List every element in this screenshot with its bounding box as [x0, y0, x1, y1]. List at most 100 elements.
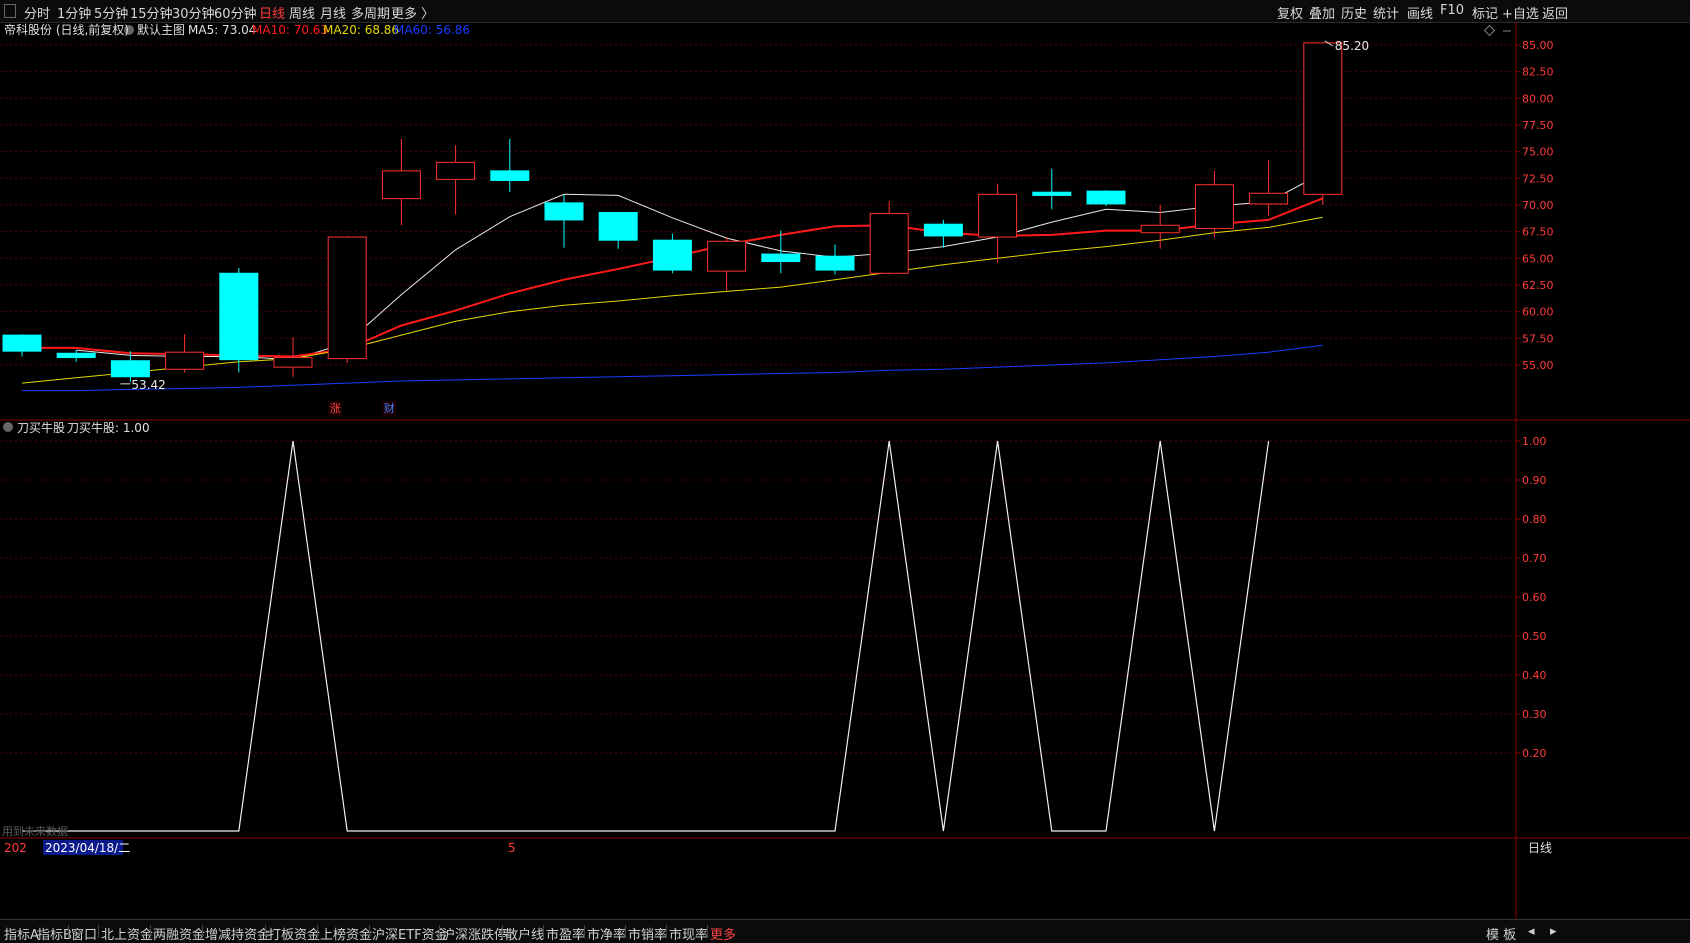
indicator-tab[interactable]: 更多	[710, 924, 736, 943]
period-label: 日线	[1528, 841, 1552, 855]
candle-up[interactable]	[707, 240, 747, 272]
ma10-value: MA10: 70.63	[252, 23, 328, 37]
toolbar-button[interactable]: 历史	[1341, 3, 1367, 22]
candle-down[interactable]	[490, 170, 530, 181]
toolbar-button[interactable]: 叠加	[1309, 3, 1335, 22]
indicator-tab[interactable]: 沪深涨跌停	[442, 924, 507, 943]
indicator-tab[interactable]: 增减持资金	[205, 924, 270, 943]
indicator-tab[interactable]: 北上资金	[101, 924, 153, 943]
tab-separator	[502, 925, 503, 938]
candle-down[interactable]	[1086, 190, 1126, 205]
chart-area: 85.00 82.50 80.00 77.50 75.00 72.50 70.00 67.50…	[0, 22, 1690, 919]
price-tick-label: 55.00	[1522, 359, 1554, 372]
period-tab[interactable]: 月线	[320, 3, 346, 22]
candle-down[interactable]	[923, 223, 963, 237]
price-tick-label: 72.50	[1522, 172, 1554, 185]
low-price-label: 53.42	[131, 378, 165, 392]
indicator-tick-label: 0.70	[1522, 552, 1547, 565]
toolbar-button[interactable]: 返回	[1542, 3, 1568, 22]
period-tab[interactable]: 15分钟	[130, 3, 173, 22]
candle-down[interactable]	[110, 360, 150, 378]
indicator-toolbar: 指标A 指标B 窗口 北上资金 两融资金 增减持资金 打板资金 上榜资金 沪深ETF资金 沪深涨跌…	[0, 919, 1690, 943]
price-tick-label: 85.00	[1522, 39, 1554, 52]
candle-up[interactable]	[327, 236, 367, 360]
date-cursor-label: 2023/04/18/二	[45, 841, 130, 855]
candle-up[interactable]	[1194, 184, 1234, 229]
indicator-tab[interactable]: 指标A	[4, 924, 39, 943]
candle-up[interactable]	[381, 170, 421, 200]
period-tab[interactable]: 周线	[289, 3, 315, 22]
ma5-line	[76, 172, 1324, 361]
tab-separator	[439, 925, 440, 938]
diamond-icon[interactable]	[1483, 24, 1496, 37]
period-tab[interactable]: 多周期	[351, 3, 390, 22]
indicator-tab[interactable]: 市销率	[628, 924, 667, 943]
price-tick-label: 57.50	[1522, 332, 1554, 345]
candle-up[interactable]	[1140, 224, 1180, 234]
period-tab[interactable]: 30分钟	[172, 3, 215, 22]
period-tab[interactable]: 更多 〉	[391, 3, 434, 22]
indicator-tab[interactable]: 窗口	[71, 924, 97, 943]
candle-up[interactable]	[1303, 42, 1343, 195]
candle-down[interactable]	[761, 253, 801, 263]
period-tab[interactable]: 日线	[259, 3, 285, 22]
indicator-tab[interactable]: 上榜资金	[320, 924, 372, 943]
period-toolbar: 分时 1分钟 5分钟 15分钟 30分钟 60分钟 日线 周线 月线 多周期 更多 〉 复权 叠加 历史统…	[0, 0, 1690, 23]
candle-up[interactable]	[165, 351, 205, 370]
price-tick-label: 80.00	[1522, 92, 1554, 105]
scroll-right-icon[interactable]: ▸	[1550, 924, 1557, 939]
indicator-tab[interactable]: 市净率	[587, 924, 626, 943]
period-tab[interactable]: 60分钟	[214, 3, 257, 22]
tab-separator	[543, 925, 544, 938]
window-menu-icon[interactable]	[4, 4, 16, 18]
candle-down[interactable]	[544, 202, 584, 221]
indicator-tab[interactable]: 散户线	[505, 924, 544, 943]
period-tab[interactable]: 1分钟	[57, 3, 91, 22]
candle-down[interactable]	[652, 239, 692, 271]
toolbar-button[interactable]: 画线	[1407, 3, 1433, 22]
candle-down[interactable]	[56, 352, 96, 359]
candle-down[interactable]	[598, 211, 638, 241]
tab-separator	[584, 925, 585, 938]
tab-separator	[369, 925, 370, 938]
indicator-dropdown-icon[interactable]	[3, 422, 13, 432]
high-price-label: 85.20	[1335, 39, 1369, 53]
template-label: 默认主图	[137, 22, 185, 37]
candle-up[interactable]	[869, 213, 909, 274]
candle-up[interactable]	[978, 193, 1018, 238]
indicator-tab[interactable]: 指标B	[37, 924, 72, 943]
indicator-tick-label: 0.80	[1522, 513, 1547, 526]
candle-up[interactable]	[436, 161, 476, 180]
indicator-tab[interactable]: 市盈率	[546, 924, 585, 943]
toolbar-button[interactable]: +自选	[1502, 3, 1539, 22]
candle-down[interactable]	[219, 272, 259, 361]
candle-down[interactable]	[1032, 191, 1072, 196]
period-tab[interactable]: 分时	[24, 3, 50, 22]
candle-up[interactable]	[1249, 192, 1289, 205]
price-tick-label: 60.00	[1522, 306, 1554, 319]
event-marker: 财	[384, 401, 395, 415]
ma5-value: MA5: 73.04	[188, 23, 256, 37]
period-tab[interactable]: 5分钟	[94, 3, 128, 22]
date-axis-left: 202	[4, 841, 27, 855]
indicator-tab[interactable]: 市现率	[669, 924, 708, 943]
toolbar-button[interactable]: F10	[1440, 3, 1464, 18]
candle-up[interactable]	[273, 357, 313, 368]
indicator-tab[interactable]: 两融资金	[153, 924, 205, 943]
tab-separator	[707, 925, 708, 938]
toolbar-button[interactable]: 标记	[1472, 3, 1498, 22]
indicator-tab[interactable]: 打板资金	[268, 924, 320, 943]
candle-down[interactable]	[2, 334, 42, 352]
indicator-tick-label: 0.90	[1522, 474, 1547, 487]
scroll-left-icon[interactable]: ◂	[1528, 924, 1535, 939]
indicator-value: 刀买牛股: 1.00	[67, 420, 150, 435]
indicator-tab[interactable]: 沪深ETF资金	[372, 924, 448, 943]
template-button[interactable]: 模 板	[1486, 924, 1516, 943]
candle-down[interactable]	[815, 255, 855, 271]
price-tick-label: 65.00	[1522, 252, 1554, 265]
tab-separator	[317, 925, 318, 938]
tab-separator	[150, 925, 151, 938]
toolbar-button[interactable]: 统计	[1373, 3, 1399, 22]
toolbar-button[interactable]: 复权	[1277, 3, 1303, 22]
indicator-tick-label: 1.00	[1522, 435, 1547, 448]
